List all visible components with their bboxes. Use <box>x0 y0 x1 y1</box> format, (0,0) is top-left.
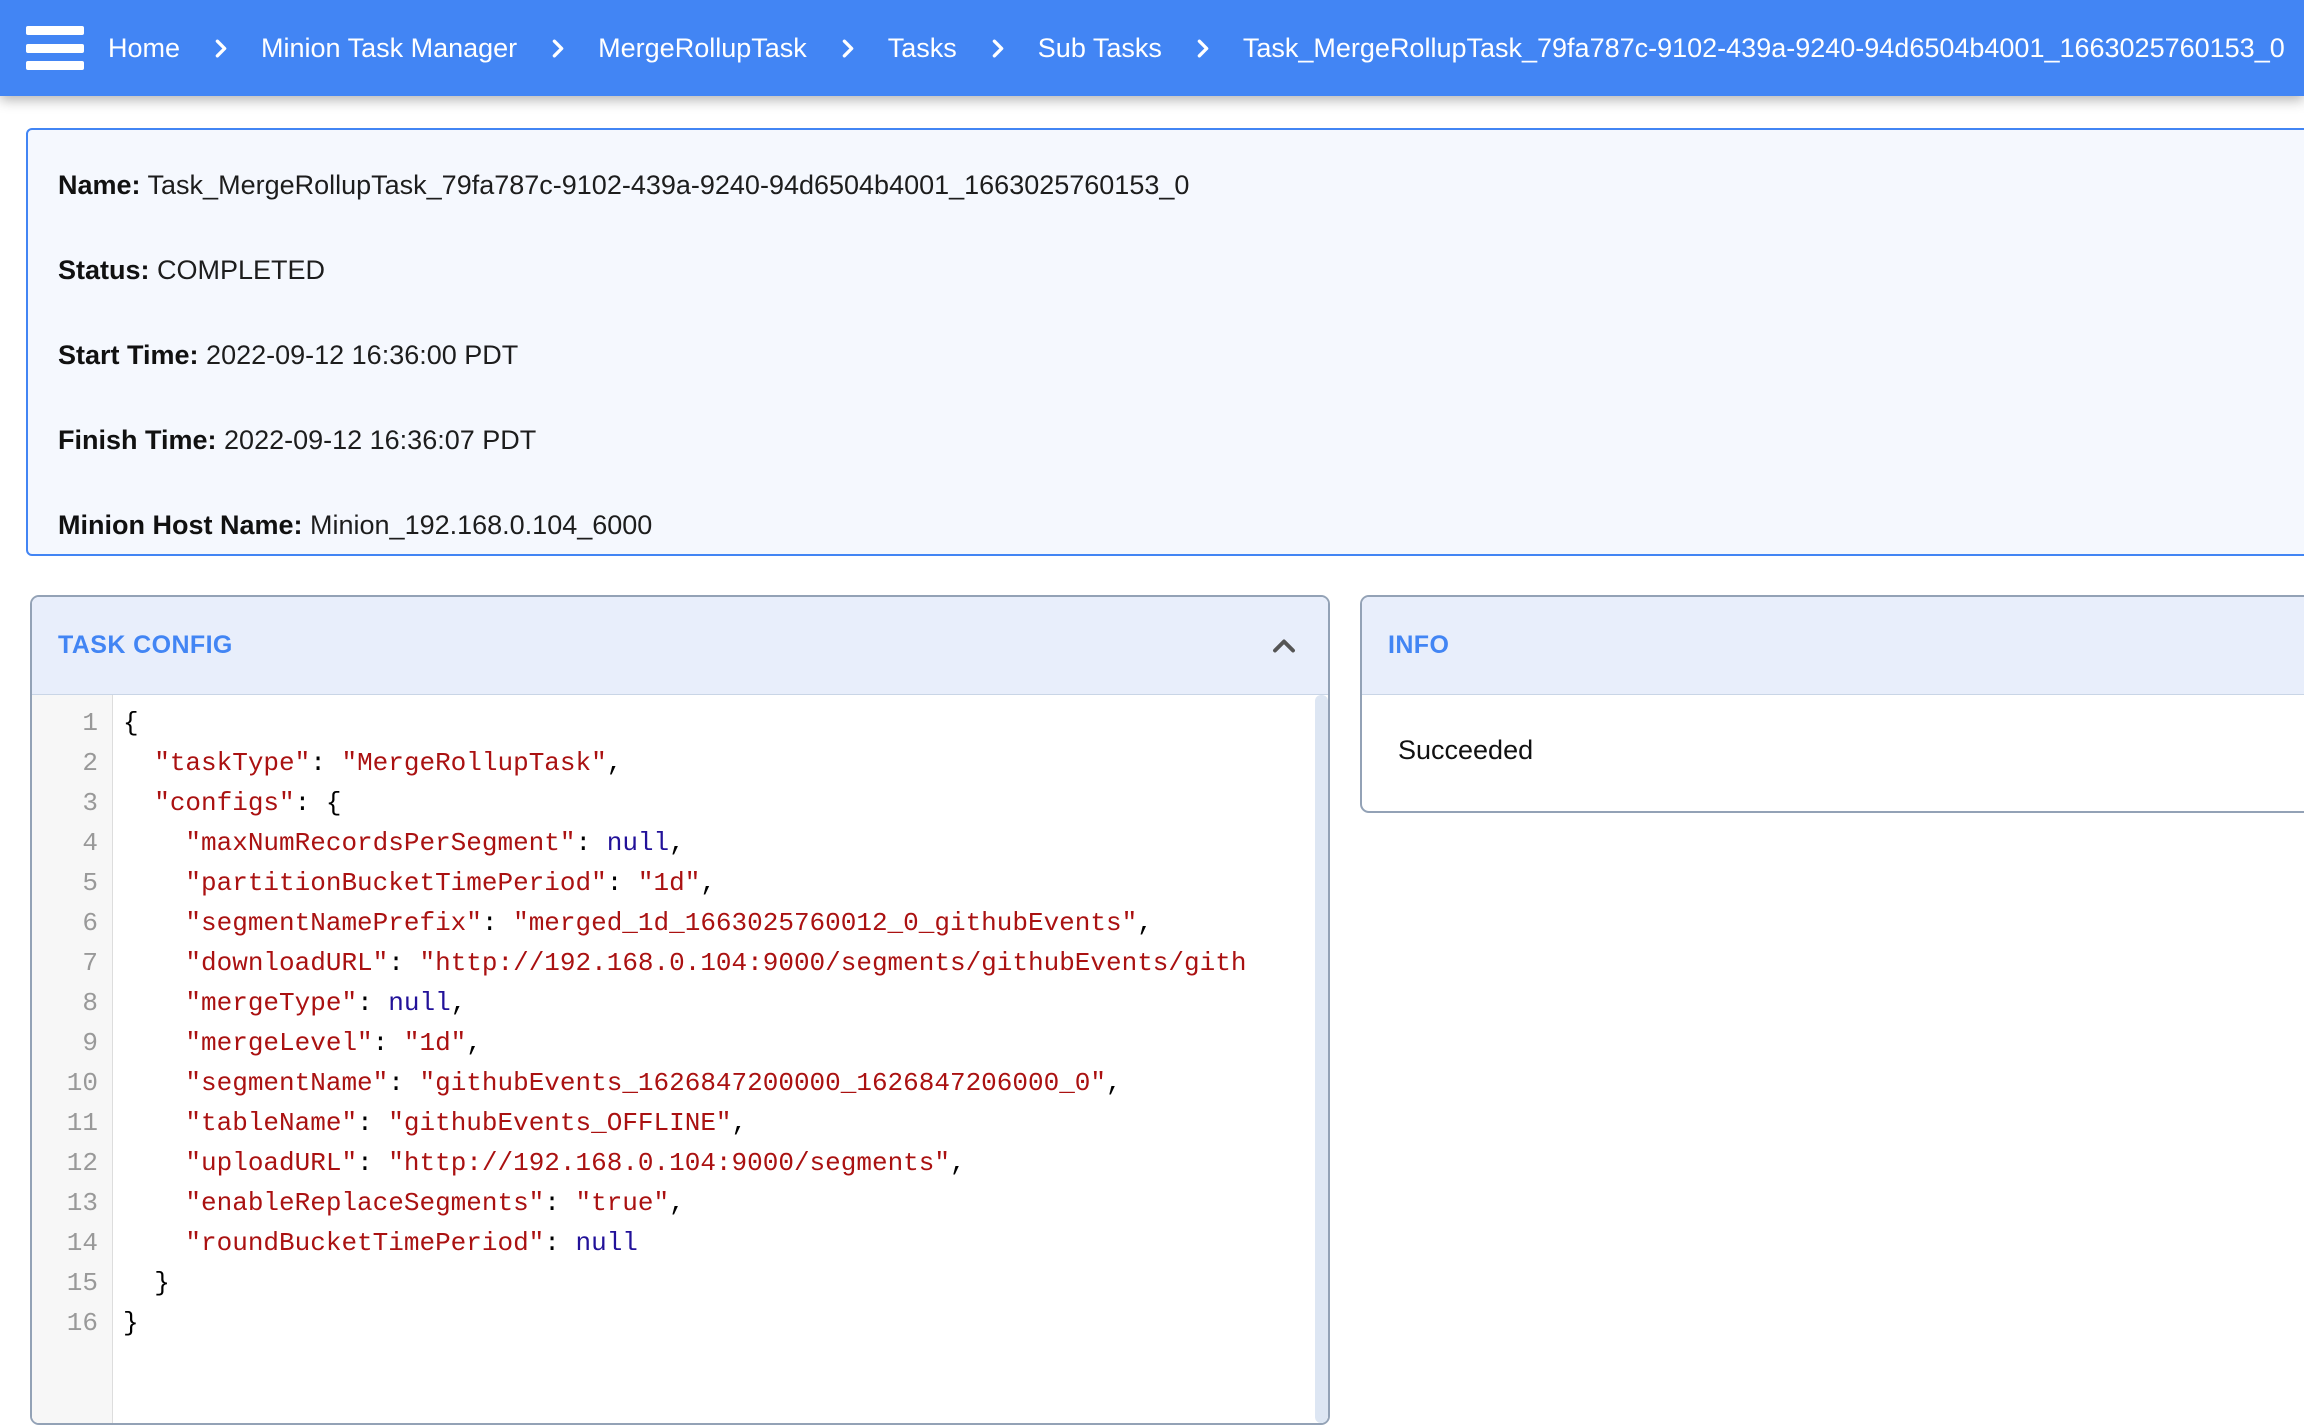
line-number: 13 <box>32 1183 113 1223</box>
hamburger-menu-icon[interactable] <box>26 26 84 70</box>
code-text: "tableName": "githubEvents_OFFLINE", <box>113 1103 747 1143</box>
editor-scrollbar[interactable] <box>1315 695 1328 1423</box>
breadcrumb-item[interactable]: Home <box>108 35 180 62</box>
field-label: Status: <box>58 255 150 285</box>
code-text: "segmentName": "githubEvents_16268472000… <box>113 1063 1122 1103</box>
summary-field: Name: Task_MergeRollupTask_79fa787c-9102… <box>58 170 2304 201</box>
summary-field: Status: COMPLETED <box>58 255 2304 286</box>
line-number: 8 <box>32 983 113 1023</box>
task-config-header[interactable]: TASK CONFIG <box>32 597 1328 695</box>
info-panel: INFO Succeeded <box>1360 595 2304 813</box>
hamburger-bar <box>26 61 84 70</box>
code-line: 5 "partitionBucketTimePeriod": "1d", <box>32 863 1328 903</box>
summary-field: Minion Host Name: Minion_192.168.0.104_6… <box>58 510 2304 541</box>
code-line: 1{ <box>32 703 1328 743</box>
breadcrumb-item[interactable]: Sub Tasks <box>1038 35 1162 62</box>
breadcrumb-item[interactable]: Minion Task Manager <box>261 35 517 62</box>
code-line: 4 "maxNumRecordsPerSegment": null, <box>32 823 1328 863</box>
code-text: "maxNumRecordsPerSegment": null, <box>113 823 685 863</box>
code-text: "mergeLevel": "1d", <box>113 1023 482 1063</box>
code-line: 3 "configs": { <box>32 783 1328 823</box>
hamburger-bar <box>26 26 84 35</box>
chevron-right-icon <box>985 36 1010 61</box>
summary-field: Finish Time: 2022-09-12 16:36:07 PDT <box>58 425 2304 456</box>
field-value: Task_MergeRollupTask_79fa787c-9102-439a-… <box>141 170 1190 200</box>
chevron-right-icon <box>208 36 233 61</box>
breadcrumb-item: Task_MergeRollupTask_79fa787c-9102-439a-… <box>1243 35 2285 62</box>
code-line: 11 "tableName": "githubEvents_OFFLINE", <box>32 1103 1328 1143</box>
line-number: 14 <box>32 1223 113 1263</box>
code-line: 15 } <box>32 1263 1328 1303</box>
code-line: 8 "mergeType": null, <box>32 983 1328 1023</box>
code-line: 9 "mergeLevel": "1d", <box>32 1023 1328 1063</box>
line-number: 6 <box>32 903 113 943</box>
chevron-up-icon[interactable] <box>1266 628 1302 664</box>
code-text: } <box>113 1263 170 1303</box>
line-number: 2 <box>32 743 113 783</box>
app-bar: Home Minion Task Manager MergeRollupTask Ta… <box>0 0 2304 96</box>
code-line: 6 "segmentNamePrefix": "merged_1d_166302… <box>32 903 1328 943</box>
code-line: 10 "segmentName": "githubEvents_16268472… <box>32 1063 1328 1103</box>
line-number: 11 <box>32 1103 113 1143</box>
field-label: Start Time: <box>58 340 199 370</box>
chevron-right-icon <box>545 36 570 61</box>
field-value: Minion_192.168.0.104_6000 <box>303 510 653 540</box>
field-value: 2022-09-12 16:36:07 PDT <box>217 425 537 455</box>
breadcrumb-item[interactable]: MergeRollupTask <box>598 35 807 62</box>
code-text: } <box>113 1303 139 1343</box>
code-text: "enableReplaceSegments": "true", <box>113 1183 685 1223</box>
task-config-panel: TASK CONFIG 1{2 "taskType": "MergeRollup… <box>30 595 1330 1425</box>
code-text: "segmentNamePrefix": "merged_1d_16630257… <box>113 903 1153 943</box>
code-line: 2 "taskType": "MergeRollupTask", <box>32 743 1328 783</box>
chevron-right-icon <box>1190 36 1215 61</box>
code-text: "mergeType": null, <box>113 983 466 1023</box>
line-number: 10 <box>32 1063 113 1103</box>
info-panel-body: Succeeded <box>1362 695 2304 806</box>
info-panel-header[interactable]: INFO <box>1362 597 2304 695</box>
code-line: 7 "downloadURL": "http://192.168.0.104:9… <box>32 943 1328 983</box>
line-number: 1 <box>32 703 113 743</box>
code-text: "downloadURL": "http://192.168.0.104:900… <box>113 943 1246 983</box>
field-value: COMPLETED <box>150 255 326 285</box>
task-config-editor[interactable]: 1{2 "taskType": "MergeRollupTask",3 "con… <box>32 695 1328 1423</box>
chevron-right-icon <box>835 36 860 61</box>
line-number: 4 <box>32 823 113 863</box>
code-text: "taskType": "MergeRollupTask", <box>113 743 622 783</box>
code-text: "configs": { <box>113 783 341 823</box>
breadcrumb: Home Minion Task Manager MergeRollupTask Ta… <box>108 35 2285 62</box>
breadcrumb-item[interactable]: Tasks <box>888 35 957 62</box>
task-summary-card: Name: Task_MergeRollupTask_79fa787c-9102… <box>26 128 2304 556</box>
line-number: 5 <box>32 863 113 903</box>
code-line: 13 "enableReplaceSegments": "true", <box>32 1183 1328 1223</box>
line-number: 12 <box>32 1143 113 1183</box>
code-line: 16} <box>32 1303 1328 1343</box>
line-number: 3 <box>32 783 113 823</box>
info-panel-title: INFO <box>1388 631 1449 660</box>
field-label: Finish Time: <box>58 425 217 455</box>
task-config-title: TASK CONFIG <box>58 631 233 660</box>
hamburger-bar <box>26 44 84 53</box>
code-text: "roundBucketTimePeriod": null <box>113 1223 638 1263</box>
code-line: 12 "uploadURL": "http://192.168.0.104:90… <box>32 1143 1328 1183</box>
code-line: 14 "roundBucketTimePeriod": null <box>32 1223 1328 1263</box>
line-number: 9 <box>32 1023 113 1063</box>
line-number: 15 <box>32 1263 113 1303</box>
line-number: 7 <box>32 943 113 983</box>
code-text: "partitionBucketTimePeriod": "1d", <box>113 863 716 903</box>
summary-field: Start Time: 2022-09-12 16:36:00 PDT <box>58 340 2304 371</box>
editor-content: 1{2 "taskType": "MergeRollupTask",3 "con… <box>32 695 1328 1343</box>
code-text: { <box>113 703 139 743</box>
line-number: 16 <box>32 1303 113 1343</box>
code-text: "uploadURL": "http://192.168.0.104:9000/… <box>113 1143 966 1183</box>
field-value: 2022-09-12 16:36:00 PDT <box>199 340 519 370</box>
field-label: Name: <box>58 170 141 200</box>
field-label: Minion Host Name: <box>58 510 303 540</box>
